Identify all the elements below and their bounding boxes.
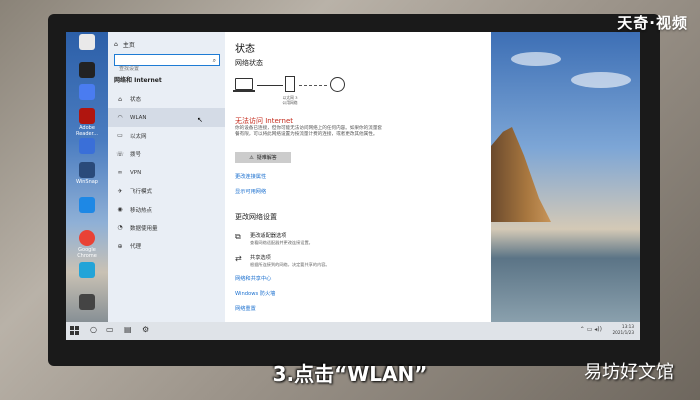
desktop-icons: Adobe Reader... WinSnap Google Chrome bbox=[66, 32, 108, 322]
desktop-icon[interactable]: Adobe Reader... bbox=[69, 108, 105, 137]
nav-item-status[interactable]: ⌂ 状态 bbox=[108, 90, 225, 108]
sharing-options-item[interactable]: ⇄ 共享选项 根据所连接到的网络，决定要共享的内容。 bbox=[235, 254, 435, 268]
troubleshoot-button[interactable]: ⚠ 疑难解答 bbox=[235, 152, 291, 163]
app-icon bbox=[79, 294, 95, 310]
watermark: 易坊好文馆 bbox=[584, 362, 674, 383]
desktop-icon[interactable] bbox=[69, 84, 105, 101]
start-button[interactable] bbox=[70, 326, 80, 336]
nav-item-vpn[interactable]: ∞ VPN bbox=[108, 164, 225, 182]
firewall-link[interactable]: Windows 防火墙 bbox=[235, 290, 275, 297]
app-icon bbox=[79, 84, 95, 100]
nav-item-hotspot[interactable]: ◉ 移动热点 bbox=[108, 200, 225, 218]
app-icon bbox=[79, 197, 95, 213]
home-icon: ⌂ bbox=[114, 41, 118, 48]
recycle-bin-icon bbox=[79, 34, 95, 50]
nav-item-data-usage[interactable]: ◔ 数据使用量 bbox=[108, 219, 225, 237]
qq-icon bbox=[79, 62, 95, 78]
settings-content: 状态 网络状态 以太网 3 公用网络 无法访问 Internet 你的设备已连接… bbox=[225, 32, 491, 322]
search-input[interactable] bbox=[115, 64, 205, 74]
desktop-icon[interactable] bbox=[69, 197, 105, 214]
dashed-connection-line bbox=[299, 85, 327, 86]
globe-icon bbox=[330, 77, 345, 92]
desktop-icon[interactable]: Google Chrome bbox=[69, 230, 105, 259]
settings-nav: ⌂ 主页 ⌕ 网络和 Internet ⌂状态 ◠WLAN ▭以太网 ☏拨号 ∞… bbox=[108, 32, 225, 322]
settings-gear-icon[interactable]: ⚙ bbox=[142, 325, 149, 334]
app-icon bbox=[79, 262, 95, 278]
desktop-icon[interactable] bbox=[69, 62, 105, 79]
search-icon: ⌕ bbox=[212, 57, 216, 64]
error-description: 你的设备已连接，但你可能无法访问网络上的任何内容。如果你的流量套餐有限，可以将此… bbox=[235, 126, 383, 137]
file-explorer-icon[interactable]: ▤ bbox=[124, 325, 132, 334]
router-icon bbox=[285, 76, 295, 92]
desktop-icon[interactable] bbox=[69, 138, 105, 155]
taskbar-clock[interactable]: 13:13 2021/1/23 bbox=[613, 324, 634, 336]
adapter-label: 以太网 3 公用网络 bbox=[282, 95, 298, 105]
desktop-icon[interactable] bbox=[69, 294, 105, 311]
app-icon bbox=[79, 138, 95, 154]
adobe-reader-icon bbox=[79, 108, 95, 124]
nav-item-dialup[interactable]: ☏ 拨号 bbox=[108, 145, 225, 163]
airplane-icon: ✈ bbox=[117, 187, 123, 195]
cloud bbox=[511, 52, 561, 66]
page-title: 状态 bbox=[235, 44, 255, 55]
nav-list: ⌂ 状态 ◠ WLAN ▭ 以太网 ☏ 拨号 ∞ VPN ✈ 飞行模式 ◉ 移动热点 ◔ 数据使… bbox=[108, 90, 225, 256]
sharing-icon: ⇄ bbox=[235, 254, 242, 263]
vpn-icon: ∞ bbox=[117, 169, 123, 177]
desktop-screen: Adobe Reader... WinSnap Google Chrome ⌂ … bbox=[66, 32, 640, 340]
nav-item-airplane[interactable]: ✈ 飞行模式 bbox=[108, 182, 225, 200]
network-status-heading: 网络状态 bbox=[235, 59, 263, 67]
search-icon[interactable]: ○ bbox=[90, 325, 97, 334]
winsnap-icon bbox=[79, 162, 95, 178]
nav-item-ethernet[interactable]: ▭ 以太网 bbox=[108, 127, 225, 145]
adapter-options-item[interactable]: ⧉ 更改适配器选项 查看网络适配器并更改连接设置。 bbox=[235, 232, 435, 246]
adapter-icon: ⧉ bbox=[235, 232, 241, 241]
task-view-icon[interactable]: ▭ bbox=[106, 325, 114, 334]
dialup-icon: ☏ bbox=[116, 150, 124, 158]
taskbar: ○ ▭ ▤ ⚙ ⌃ ▭ ◂)) 13:13 2021/1/23 bbox=[66, 322, 640, 340]
settings-window: ⌂ 主页 ⌕ 网络和 Internet ⌂状态 ◠WLAN ▭以太网 ☏拨号 ∞… bbox=[108, 32, 491, 322]
home-icon: ⌂ bbox=[118, 95, 122, 103]
desktop-icon[interactable]: WinSnap bbox=[69, 162, 105, 185]
desktop-icon[interactable] bbox=[69, 262, 105, 279]
ethernet-icon: ▭ bbox=[117, 132, 123, 140]
connection-line bbox=[257, 85, 283, 86]
change-settings-heading: 更改网络设置 bbox=[235, 213, 277, 221]
nav-section-title: 网络和 Internet bbox=[114, 77, 162, 84]
data-usage-icon: ◔ bbox=[117, 224, 123, 232]
cloud bbox=[571, 72, 631, 88]
computer-icon bbox=[235, 78, 253, 90]
network-center-link[interactable]: 网络和共享中心 bbox=[235, 275, 271, 282]
computer-base bbox=[233, 90, 255, 92]
wallpaper-landscape bbox=[491, 32, 640, 322]
system-tray-icons[interactable]: ⌃ ▭ ◂)) bbox=[580, 326, 602, 333]
nav-home-label: 主页 bbox=[122, 42, 135, 49]
network-reset-link[interactable]: 网络重置 bbox=[235, 305, 256, 312]
change-connection-properties-link[interactable]: 更改连接属性 bbox=[235, 173, 266, 180]
brand-logo: 天奇·视频 bbox=[617, 14, 688, 32]
network-diagram: 以太网 3 公用网络 bbox=[233, 76, 395, 116]
proxy-icon: ⊕ bbox=[117, 242, 123, 250]
nav-item-proxy[interactable]: ⊕ 代理 bbox=[108, 237, 225, 255]
chrome-icon bbox=[79, 230, 95, 246]
show-available-networks-link[interactable]: 显示可用网络 bbox=[235, 188, 266, 195]
search-box[interactable]: ⌕ bbox=[114, 54, 220, 74]
nav-home-button[interactable]: ⌂ 主页 bbox=[114, 40, 135, 49]
mouse-cursor-icon: ↖ bbox=[197, 116, 203, 124]
wifi-icon: ◠ bbox=[117, 114, 123, 122]
nav-item-wlan[interactable]: ◠ WLAN bbox=[108, 108, 225, 127]
hotspot-icon: ◉ bbox=[117, 206, 123, 214]
warning-icon: ⚠ bbox=[249, 154, 254, 161]
cliff-rock bbox=[491, 127, 551, 222]
error-title: 无法访问 Internet bbox=[235, 117, 294, 125]
desktop-icon[interactable] bbox=[69, 34, 105, 51]
